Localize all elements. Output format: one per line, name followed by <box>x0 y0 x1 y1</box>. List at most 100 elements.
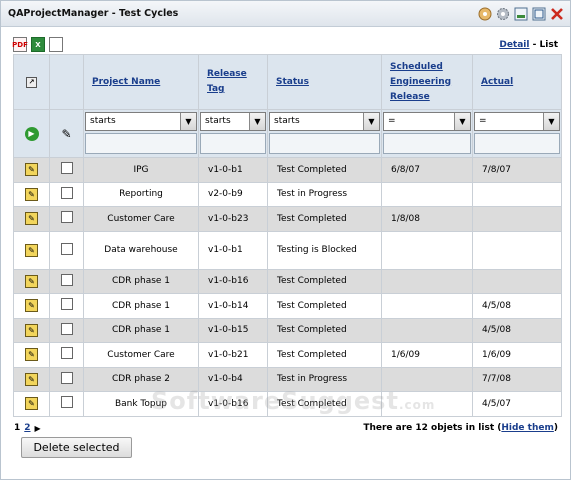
sort-release-tag-link[interactable]: Release Tag <box>207 69 247 94</box>
scheduled-release-cell: 1/8/08 <box>381 206 473 232</box>
delete-selected-button[interactable]: Delete selected <box>21 437 132 458</box>
status-filter-input[interactable] <box>269 133 380 154</box>
sort-actual-link[interactable]: Actual <box>481 77 513 87</box>
row-checkbox[interactable] <box>60 396 73 409</box>
project-name-cell: CDR phase 1 <box>83 268 199 294</box>
status-cell: Test Completed <box>267 342 382 368</box>
checkbox-cell <box>49 206 84 232</box>
row-checkbox[interactable] <box>60 347 73 360</box>
actual-cell: 4/5/07 <box>472 391 562 417</box>
actual-cell: 7/7/08 <box>472 366 562 392</box>
watermark: SoftwareSuggest.com <box>151 387 436 415</box>
list-view-label: List <box>539 40 558 50</box>
sort-status-link[interactable]: Status <box>276 77 309 87</box>
project-name-cell: Customer Care <box>83 206 199 232</box>
maximize-window-icon[interactable] <box>531 6 546 21</box>
project-name-cell: CDR phase 1 <box>83 293 199 319</box>
edit-icon[interactable]: ✎ <box>25 397 38 411</box>
scheduled-filter-input[interactable] <box>383 133 471 154</box>
edit-icon[interactable]: ✎ <box>25 348 38 362</box>
table-row: ✎ Customer Care v1-0-b23 Test Completed 1/8/… <box>13 206 562 232</box>
edit-icon[interactable]: ✎ <box>25 163 38 177</box>
checkbox-cell <box>49 230 84 270</box>
status-cell: Test Completed <box>267 293 382 319</box>
filter-project-name: starts ▼ <box>83 109 199 158</box>
edit-icon[interactable]: ✎ <box>25 274 38 288</box>
row-checkbox[interactable] <box>60 186 73 199</box>
checkbox-cell <box>49 342 84 368</box>
row-checkbox[interactable] <box>60 211 73 224</box>
checkbox-cell <box>49 317 84 343</box>
chevron-down-icon: ▼ <box>454 113 470 130</box>
edit-icon[interactable]: ✎ <box>25 187 38 201</box>
edit-icon[interactable]: ✎ <box>25 243 38 257</box>
project-name-cell: Reporting <box>83 181 199 207</box>
project-name-operator-select[interactable]: starts ▼ <box>85 112 197 131</box>
apply-filter-icon[interactable]: ▶ <box>24 126 39 141</box>
table-header-row: ↗ Project Name Release Tag Status Schedu… <box>13 54 562 110</box>
sort-scheduled-release-link[interactable]: Scheduled Engineering Release <box>390 62 451 102</box>
header-actual: Actual <box>472 54 562 110</box>
actual-cell: 7/8/07 <box>472 157 562 183</box>
status-operator-select[interactable]: starts ▼ <box>269 112 380 131</box>
filter-scheduled-release: = ▼ <box>381 109 473 158</box>
document-export-icon[interactable] <box>49 37 63 52</box>
edit-cell: ✎ <box>13 181 50 207</box>
header-project-name: Project Name <box>83 54 199 110</box>
scheduled-operator-select[interactable]: = ▼ <box>383 112 471 131</box>
release-tag-operator-select[interactable]: starts ▼ <box>200 112 266 131</box>
project-name-filter-input[interactable] <box>85 133 197 154</box>
excel-export-icon[interactable]: X <box>31 37 45 52</box>
page-link-2[interactable]: 2 <box>24 423 30 433</box>
row-checkbox[interactable] <box>60 298 73 311</box>
actual-cell: 1/6/09 <box>472 342 562 368</box>
edit-cell: ✎ <box>13 268 50 294</box>
pdf-export-icon[interactable]: PDF <box>12 37 28 52</box>
detail-view-link[interactable]: Detail <box>499 40 529 50</box>
clear-filter-icon[interactable]: ✎ <box>61 127 71 141</box>
export-toolbar: PDF X <box>12 37 63 52</box>
filter-actual: = ▼ <box>472 109 562 158</box>
edit-cell: ✎ <box>13 230 50 270</box>
table-row: ✎ CDR phase 1 v1-0-b16 Test Completed <box>13 268 562 294</box>
close-icon[interactable] <box>549 6 564 21</box>
test-cycles-table: ↗ Project Name Release Tag Status Schedu… <box>13 54 562 417</box>
release-tag-cell: v1-0-b1 <box>198 157 268 183</box>
release-tag-cell: v1-0-b23 <box>198 206 268 232</box>
minimize-window-icon[interactable] <box>513 6 528 21</box>
gear-icon[interactable] <box>495 6 510 21</box>
scheduled-release-cell <box>381 317 473 343</box>
edit-cell: ✎ <box>13 293 50 319</box>
project-name-cell: Customer Care <box>83 342 199 368</box>
edit-icon[interactable]: ✎ <box>25 323 38 337</box>
edit-icon[interactable]: ✎ <box>25 299 38 313</box>
view-switcher: Detail - List <box>499 40 558 50</box>
edit-icon[interactable]: ✎ <box>25 372 38 386</box>
help-icon[interactable] <box>477 6 492 21</box>
row-checkbox[interactable] <box>60 322 73 335</box>
sort-project-name-link[interactable]: Project Name <box>92 77 160 87</box>
table-row: ✎ CDR phase 1 v1-0-b14 Test Completed 4/5/08 <box>13 293 562 319</box>
table-row: ✎ Reporting v2-0-b9 Test in Progress <box>13 181 562 207</box>
next-page-icon[interactable]: ▶ <box>35 424 41 433</box>
edit-icon[interactable]: ✎ <box>25 212 38 226</box>
edit-cell: ✎ <box>13 206 50 232</box>
chevron-down-icon: ▼ <box>180 113 196 130</box>
row-checkbox[interactable] <box>60 371 73 384</box>
actual-cell <box>472 268 562 294</box>
checkbox-cell <box>49 366 84 392</box>
actual-filter-input[interactable] <box>474 133 560 154</box>
release-tag-filter-input[interactable] <box>200 133 266 154</box>
table-row: ✎ IPG v1-0-b1 Test Completed 6/8/07 7/8/07 <box>13 157 562 183</box>
scheduled-release-cell <box>381 230 473 270</box>
hide-them-link[interactable]: Hide them <box>501 423 554 433</box>
checkbox-cell <box>49 181 84 207</box>
select-all-icon[interactable]: ↗ <box>26 76 37 88</box>
table-body: ✎ IPG v1-0-b1 Test Completed 6/8/07 7/8/07 ✎ Re… <box>13 157 562 417</box>
row-checkbox[interactable] <box>60 273 73 286</box>
scheduled-release-cell <box>381 181 473 207</box>
row-checkbox[interactable] <box>60 162 73 175</box>
row-checkbox[interactable] <box>60 242 73 255</box>
actual-operator-select[interactable]: = ▼ <box>474 112 560 131</box>
project-name-cell: IPG <box>83 157 199 183</box>
